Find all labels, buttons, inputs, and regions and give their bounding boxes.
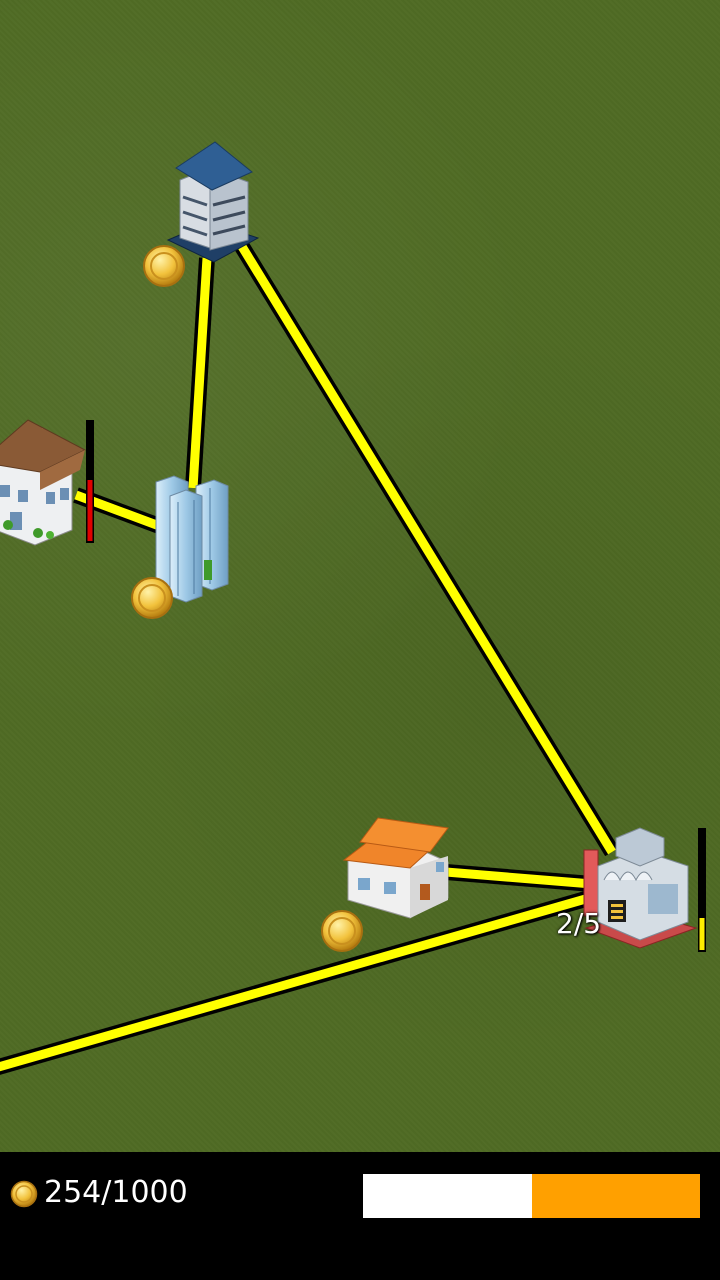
money-current: 254 bbox=[44, 1175, 102, 1210]
road-network bbox=[0, 235, 619, 1075]
money-coin-icon bbox=[10, 1180, 38, 1208]
level-progress-fill bbox=[363, 1174, 532, 1218]
highrise-building[interactable] bbox=[155, 475, 229, 603]
game-map[interactable]: 2/5 bbox=[0, 0, 720, 1152]
money-max: 1000 bbox=[111, 1175, 188, 1210]
cottage-building[interactable] bbox=[342, 817, 449, 919]
factory-supply-gauge bbox=[698, 828, 706, 952]
coin-icon[interactable] bbox=[143, 245, 185, 287]
factory-cargo-counter: 2/5 bbox=[556, 907, 602, 940]
level-progress-bar bbox=[363, 1174, 700, 1218]
road-tower-to-factory bbox=[231, 235, 619, 857]
map-layer bbox=[0, 141, 706, 1075]
road-cottage-to-factory bbox=[445, 864, 593, 892]
villa-supply-gauge bbox=[86, 420, 94, 543]
coin-icon[interactable] bbox=[131, 577, 173, 619]
road-tower-to-highrise bbox=[185, 257, 215, 489]
money-separator: / bbox=[101, 1175, 112, 1210]
coin-icon[interactable] bbox=[321, 910, 363, 952]
office-tower-building[interactable] bbox=[166, 141, 260, 263]
money-counter: 254/1000 bbox=[44, 1175, 188, 1210]
road-factory-to-offscreen bbox=[0, 888, 599, 1075]
villa-building[interactable] bbox=[0, 419, 87, 546]
